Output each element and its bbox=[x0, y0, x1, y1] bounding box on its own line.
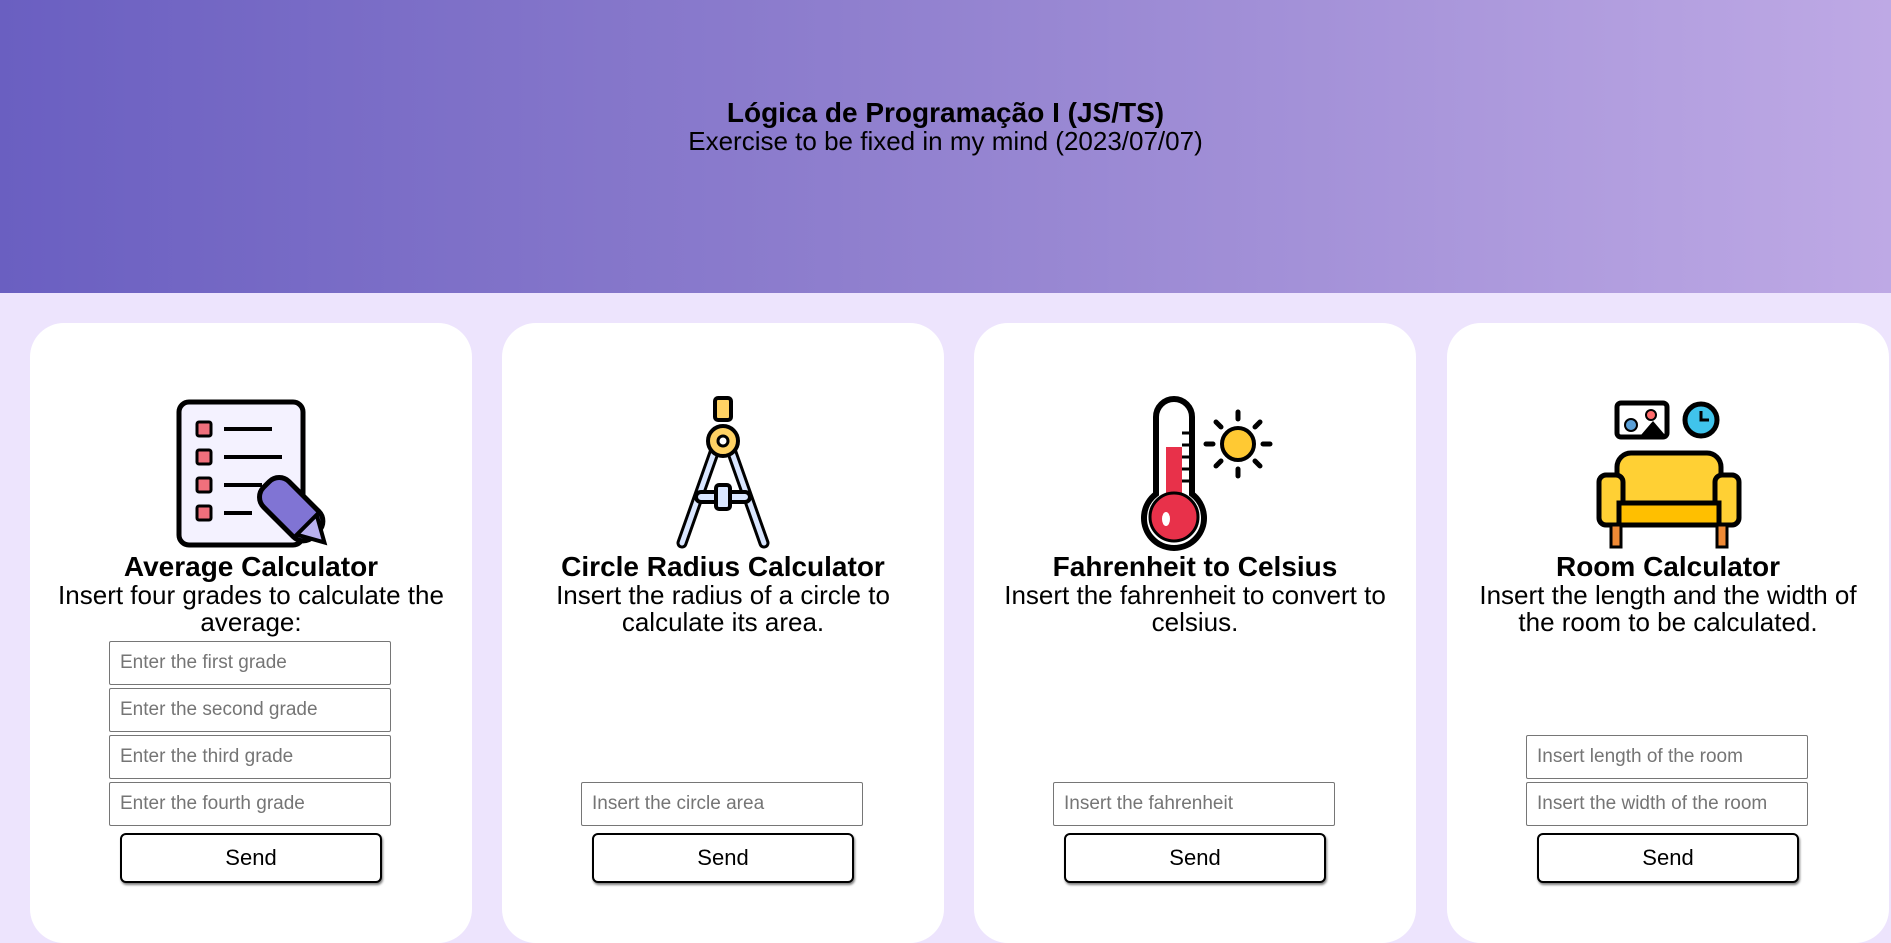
checklist-pencil-icon bbox=[176, 399, 328, 548]
average-send-button[interactable]: Send bbox=[120, 833, 382, 883]
average-calculator-card: Average Calculator Insert four grades to… bbox=[30, 323, 472, 943]
average-calculator-title: Average Calculator bbox=[123, 551, 379, 582]
room-length-input[interactable] bbox=[1526, 735, 1808, 779]
page-header: Lógica de Programação I (JS/TS) Exercise… bbox=[0, 0, 1891, 293]
fahrenheit-to-celsius-description: Insert the fahrenheit to convert to cels… bbox=[1004, 580, 1386, 637]
fahrenheit-send-button[interactable]: Send bbox=[1064, 833, 1326, 883]
thermometer-sun-icon bbox=[1141, 396, 1273, 551]
room-calculator-card: Room Calculator Insert the length and th… bbox=[1447, 323, 1889, 943]
room-width-input[interactable] bbox=[1526, 782, 1808, 826]
drawing-compass-icon bbox=[676, 396, 770, 549]
second-grade-input[interactable] bbox=[109, 688, 391, 732]
sofa-room-icon bbox=[1596, 400, 1742, 549]
circle-send-button[interactable]: Send bbox=[592, 833, 854, 883]
fahrenheit-to-celsius-title: Fahrenheit to Celsius bbox=[1052, 551, 1338, 582]
circle-radius-calculator-description: Insert the radius of a circle to calcula… bbox=[556, 580, 890, 637]
fahrenheit-to-celsius-card: Fahrenheit to Celsius Insert the fahrenh… bbox=[974, 323, 1416, 943]
page-subtitle: Exercise to be fixed in my mind (2023/07… bbox=[688, 126, 1203, 156]
circle-radius-calculator-card: Circle Radius Calculator Insert the radi… bbox=[502, 323, 944, 943]
fahrenheit-input[interactable] bbox=[1053, 782, 1335, 826]
average-calculator-description: Insert four grades to calculate the aver… bbox=[58, 580, 444, 637]
room-calculator-description: Insert the length and the width of the r… bbox=[1479, 580, 1857, 637]
room-calculator-title: Room Calculator bbox=[1555, 551, 1781, 582]
first-grade-input[interactable] bbox=[109, 641, 391, 685]
fourth-grade-input[interactable] bbox=[109, 782, 391, 826]
third-grade-input[interactable] bbox=[109, 735, 391, 779]
circle-area-input[interactable] bbox=[581, 782, 863, 826]
room-send-button[interactable]: Send bbox=[1537, 833, 1799, 883]
circle-radius-calculator-title: Circle Radius Calculator bbox=[561, 551, 885, 582]
